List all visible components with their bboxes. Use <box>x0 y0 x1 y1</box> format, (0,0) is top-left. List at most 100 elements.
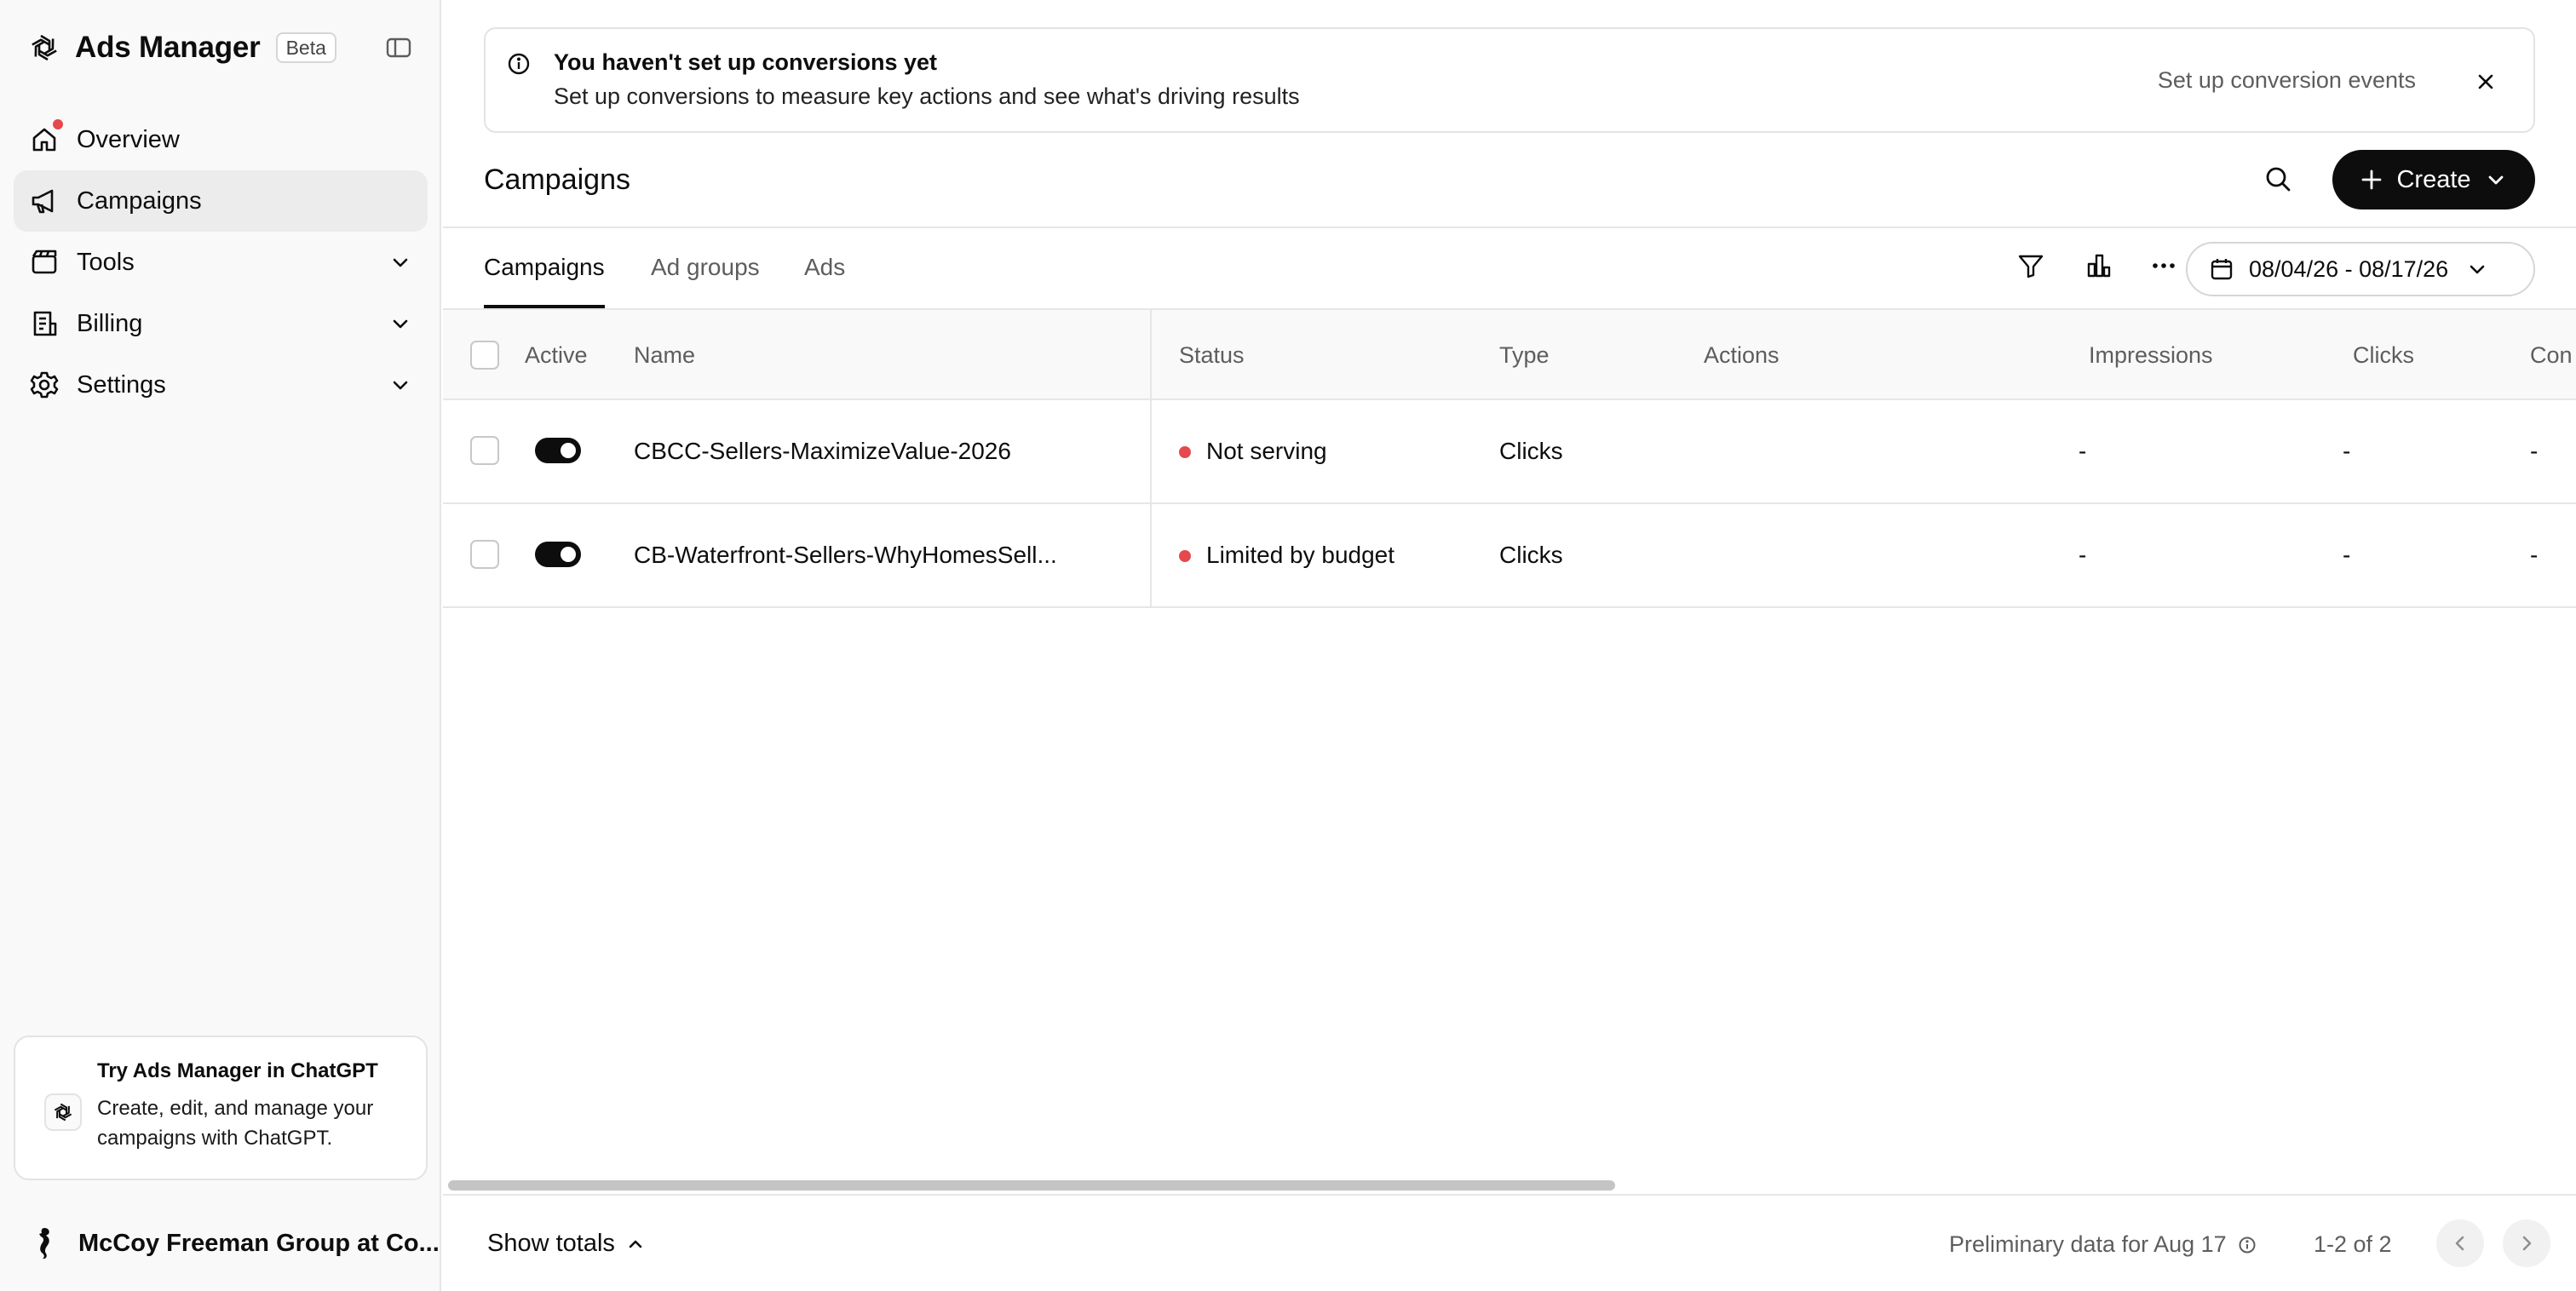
banner-title: You haven't set up conversions yet <box>554 49 938 75</box>
table-header: Active Name Status Type Actions Impressi… <box>443 308 2576 400</box>
column-header-clicks[interactable]: Clicks <box>2353 342 2414 369</box>
filter-icon[interactable] <box>2015 250 2046 281</box>
sidebar-item-label: Settings <box>77 370 166 399</box>
promo-title: Try Ads Manager in ChatGPT <box>97 1059 378 1082</box>
column-header-actions[interactable]: Actions <box>1704 342 1780 369</box>
conversion-banner: You haven't set up conversions yet Set u… <box>484 27 2535 133</box>
table-row[interactable]: CB-Waterfront-Sellers-WhyHomesSell... Li… <box>443 504 2576 608</box>
sidebar-nav: Overview Campaigns Tools Billing Setting… <box>14 109 428 416</box>
tab-ads[interactable]: Ads <box>804 254 845 308</box>
openai-logo-icon <box>26 29 63 66</box>
frozen-column-divider <box>1150 308 1152 608</box>
setup-conversion-events-link[interactable]: Set up conversion events <box>2158 67 2416 94</box>
chevron-down-icon <box>393 381 408 390</box>
info-icon[interactable] <box>2237 1235 2257 1255</box>
campaign-status: Limited by budget <box>1206 542 1395 568</box>
megaphone-icon <box>29 186 60 216</box>
status-dot <box>1179 446 1191 458</box>
campaign-type: Clicks <box>1499 542 1563 568</box>
preliminary-data-note: Preliminary data for Aug 17 <box>1949 1231 2257 1258</box>
sidebar-item-settings[interactable]: Settings <box>14 354 428 416</box>
column-header-type[interactable]: Type <box>1499 342 1550 369</box>
table-row[interactable]: CBCC-Sellers-MaximizeValue-2026 Not serv… <box>443 400 2576 504</box>
impressions-value: - <box>2079 542 2087 568</box>
chevron-up-icon <box>629 1240 642 1248</box>
brand: Ads Manager Beta <box>26 27 336 68</box>
close-icon[interactable] <box>2472 68 2499 95</box>
chatgpt-promo-card[interactable]: Try Ads Manager in ChatGPT Create, edit,… <box>14 1036 428 1180</box>
beta-badge: Beta <box>275 32 336 63</box>
receipt-icon <box>29 308 60 339</box>
search-icon[interactable] <box>2261 162 2295 196</box>
sidebar-item-billing[interactable]: Billing <box>14 293 428 354</box>
calendar-icon <box>2211 259 2233 280</box>
show-totals-label: Show totals <box>487 1230 615 1257</box>
horizontal-scrollbar[interactable] <box>448 1180 1615 1191</box>
column-header-status[interactable]: Status <box>1179 342 1245 369</box>
chevron-right-icon <box>2522 1236 2532 1251</box>
create-button[interactable]: Create <box>2332 150 2535 209</box>
active-toggle[interactable] <box>535 438 581 463</box>
active-toggle[interactable] <box>535 542 581 567</box>
gear-icon <box>29 370 60 400</box>
campaign-name[interactable]: CBCC-Sellers-MaximizeValue-2026 <box>634 438 1011 465</box>
campaign-type: Clicks <box>1499 438 1563 464</box>
chevron-left-icon <box>2455 1236 2464 1251</box>
show-totals-button[interactable]: Show totals <box>487 1230 646 1258</box>
create-button-label: Create <box>2396 165 2471 193</box>
preliminary-data-label: Preliminary data for Aug 17 <box>1949 1231 2227 1257</box>
campaign-status: Not serving <box>1206 438 1327 464</box>
column-header-conversions[interactable]: Con <box>2530 342 2573 369</box>
campaign-name[interactable]: CB-Waterfront-Sellers-WhyHomesSell... <box>634 542 1057 569</box>
more-options-icon[interactable] <box>2148 250 2179 281</box>
tab-ad-groups[interactable]: Ad groups <box>651 254 760 308</box>
main-content: You haven't set up conversions yet Set u… <box>443 0 2576 1291</box>
sidebar: Ads Manager Beta Overview Campaigns Tool… <box>0 0 441 1291</box>
column-header-name[interactable]: Name <box>634 342 695 369</box>
bar-chart-icon[interactable] <box>2084 250 2114 281</box>
seahorse-logo-icon <box>26 1225 63 1262</box>
column-header-impressions[interactable]: Impressions <box>2089 342 2213 369</box>
date-range-label: 08/04/26 - 08/17/26 <box>2249 255 2449 282</box>
banner-text: Set up conversions to measure key action… <box>554 83 1300 109</box>
row-checkbox[interactable] <box>470 540 499 569</box>
promo-text: Create, edit, and manage your campaigns … <box>97 1097 374 1150</box>
sidebar-item-label: Billing <box>77 309 143 337</box>
conversions-value: - <box>2530 542 2539 568</box>
chevron-down-icon <box>2470 265 2485 274</box>
app-title: Ads Manager <box>75 31 261 64</box>
home-icon <box>29 118 65 155</box>
table-footer: Show totals Preliminary data for Aug 17 … <box>443 1194 2576 1291</box>
account-name: McCoy Freeman Group at Co... <box>78 1229 440 1257</box>
sidebar-toggle-icon[interactable] <box>383 32 414 63</box>
chevron-down-icon <box>2488 175 2503 185</box>
sidebar-item-tools[interactable]: Tools <box>14 232 428 293</box>
tab-campaigns[interactable]: Campaigns <box>484 254 605 308</box>
next-page-button[interactable] <box>2503 1219 2550 1267</box>
impressions-value: - <box>2079 438 2087 464</box>
sidebar-item-campaigns[interactable]: Campaigns <box>14 170 428 232</box>
info-icon <box>506 51 532 77</box>
column-header-active[interactable]: Active <box>525 342 588 369</box>
sidebar-item-label: Campaigns <box>77 186 202 215</box>
previous-page-button[interactable] <box>2436 1219 2484 1267</box>
notification-dot <box>51 118 65 131</box>
chevron-down-icon <box>393 319 408 329</box>
sidebar-item-label: Tools <box>77 248 135 276</box>
select-all-checkbox[interactable] <box>470 341 499 370</box>
tools-icon <box>29 247 60 278</box>
conversions-value: - <box>2530 438 2539 464</box>
openai-logo-icon <box>44 1093 82 1131</box>
sidebar-item-overview[interactable]: Overview <box>14 109 428 170</box>
clicks-value: - <box>2343 438 2351 464</box>
account-switcher[interactable]: McCoy Freeman Group at Co... <box>26 1223 440 1264</box>
clicks-value: - <box>2343 542 2351 568</box>
sidebar-item-label: Overview <box>77 125 180 153</box>
chevron-down-icon <box>393 258 408 267</box>
plus-icon <box>2362 169 2382 190</box>
row-checkbox[interactable] <box>470 436 499 465</box>
pagination-range: 1-2 of 2 <box>2314 1231 2392 1257</box>
page-title: Campaigns <box>484 164 630 196</box>
status-dot <box>1179 550 1191 562</box>
date-range-picker[interactable]: 08/04/26 - 08/17/26 <box>2186 242 2535 296</box>
